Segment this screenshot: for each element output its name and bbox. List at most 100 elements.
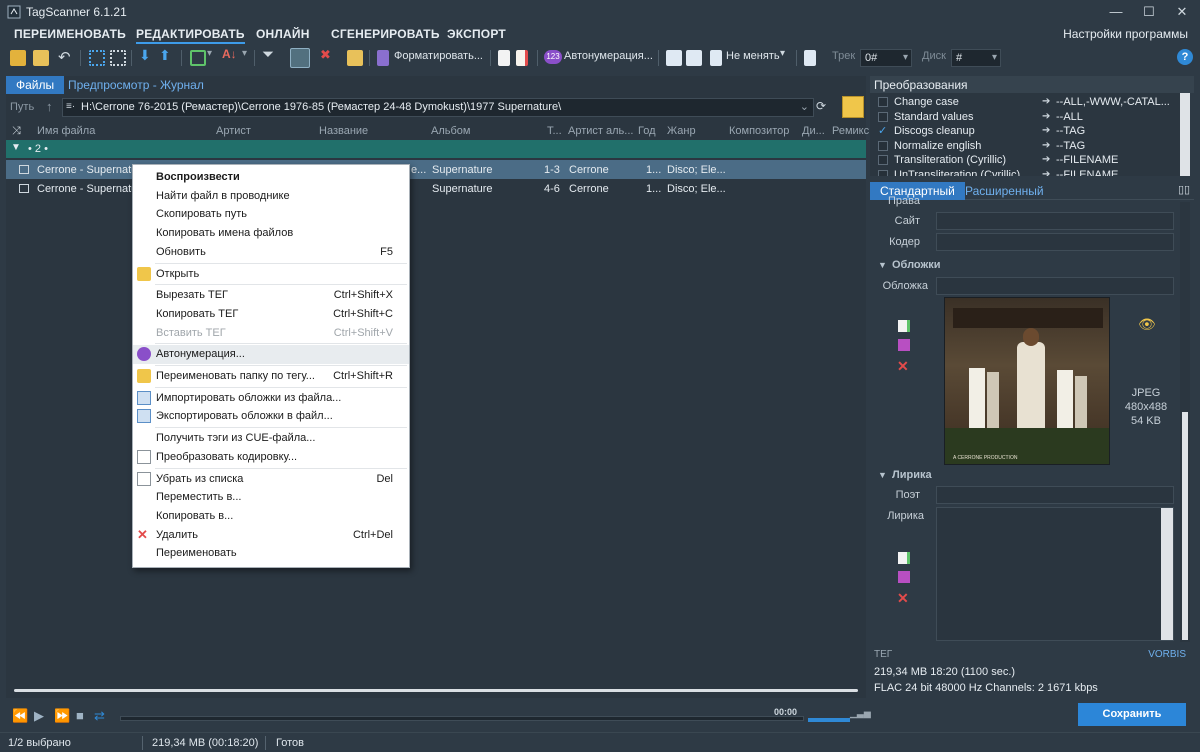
context-menu-item[interactable]: Переименовать — [133, 544, 409, 563]
play-file-icon[interactable] — [498, 50, 510, 66]
import-cover-icon[interactable] — [666, 50, 682, 66]
checkbox[interactable] — [878, 155, 888, 165]
context-menu-item[interactable]: Получить тэги из CUE-файла... — [133, 429, 409, 448]
save-button[interactable]: Сохранить — [1078, 703, 1186, 726]
path-input[interactable]: ≡· H:\Cerrone 76-2015 (Ремастер)\Cerrone… — [62, 98, 814, 117]
undo-icon[interactable]: ↶ — [58, 48, 71, 68]
stop-icon[interactable]: ■ — [76, 708, 84, 723]
checkbox[interactable] — [878, 97, 888, 107]
context-menu-item[interactable]: Преобразовать кодировку... — [133, 448, 409, 467]
cover-mode-dropdown[interactable]: Не менять — [726, 50, 780, 62]
tab-export[interactable]: ЭКСПОРТ — [447, 24, 506, 44]
export-cover-icon[interactable] — [686, 50, 702, 66]
chevron-down-icon[interactable]: ▾ — [242, 48, 247, 68]
context-menu-item[interactable]: Обновить F5 — [133, 243, 409, 262]
filter-icon[interactable]: ⏷ — [262, 46, 274, 66]
context-menu-item[interactable]: Копировать ТЕГ Ctrl+Shift+C — [133, 305, 409, 324]
cover-field[interactable] — [936, 277, 1174, 295]
column-title[interactable]: Название — [319, 125, 368, 137]
tab-rename[interactable]: ПЕРЕИМЕНОВАТЬ — [14, 24, 126, 44]
transform-item[interactable]: Standard values ➔ --ALL — [870, 110, 1180, 125]
collapse-icon[interactable]: ▼ — [878, 260, 887, 270]
convert-icon[interactable] — [516, 50, 528, 66]
context-menu-item[interactable]: Открыть — [133, 265, 409, 284]
view-cover-icon[interactable]: 👁 — [1138, 316, 1156, 333]
context-menu-item[interactable]: Вырезать ТЕГ Ctrl+Shift+X — [133, 286, 409, 305]
transform-item[interactable]: Normalize english ➔ --TAG — [870, 139, 1180, 154]
chevron-down-icon[interactable]: ▾ — [780, 48, 785, 68]
autonumber-icon[interactable]: 123 — [544, 50, 562, 64]
column-composer[interactable]: Композитор — [729, 125, 789, 137]
column-track[interactable]: Т... — [547, 125, 562, 137]
folder-icon[interactable] — [347, 50, 363, 66]
column-album-artist[interactable]: Артист аль... — [568, 125, 633, 137]
lyrics-field[interactable] — [936, 507, 1174, 641]
column-year[interactable]: Год — [638, 125, 656, 137]
browse-folder-icon[interactable] — [842, 96, 864, 118]
minimize-button[interactable]: — — [1099, 2, 1133, 22]
vertical-scrollbar[interactable] — [1180, 93, 1190, 176]
fast-forward-icon[interactable]: ⏩ — [54, 708, 70, 724]
tab-files[interactable]: Файлы — [6, 76, 65, 94]
volume-slider[interactable] — [808, 718, 850, 722]
column-disc[interactable]: Ди... — [802, 125, 825, 137]
collapse-icon[interactable]: ▼ — [878, 470, 887, 480]
play-icon[interactable]: ▶ — [34, 708, 44, 724]
column-artist[interactable]: Артист — [216, 125, 251, 137]
tab-online[interactable]: ОНЛАЙН — [256, 24, 310, 44]
context-menu-item[interactable]: Копировать в... — [133, 507, 409, 526]
tab-extended[interactable]: Расширенный — [955, 182, 1054, 200]
column-filename[interactable]: Имя файла — [37, 125, 95, 137]
context-menu-item[interactable]: Экспортировать обложки в файл... — [133, 407, 409, 426]
context-menu-item[interactable]: Вставить ТЕГ Ctrl+Shift+V — [133, 324, 409, 343]
editor-scrollbar-track[interactable] — [1180, 202, 1190, 642]
collapse-icon[interactable]: ▼ — [11, 142, 21, 153]
seek-bar[interactable] — [120, 716, 804, 721]
transform-item[interactable]: UnTransliteration (Cyrillic) ➔ --FILENAME — [870, 168, 1180, 176]
tab-edit[interactable]: РЕДАКТИРОВАТЬ — [136, 24, 245, 44]
context-menu-item[interactable]: Найти файл в проводнике — [133, 187, 409, 206]
checkbox[interactable]: ✓ — [878, 124, 888, 137]
select-all-icon[interactable] — [89, 50, 105, 66]
disc-input[interactable]: # — [951, 49, 1001, 67]
tab-generate[interactable]: СГЕНЕРИРОВАТЬ — [331, 24, 440, 44]
group-row[interactable]: ▼ • 2 • — [6, 140, 866, 158]
help-icon[interactable]: ? — [1177, 49, 1193, 65]
poet-field[interactable] — [936, 486, 1174, 504]
remove-tag-icon[interactable]: ✖ — [320, 47, 331, 67]
settings-link[interactable]: Настройки программы — [1063, 27, 1188, 41]
checkbox[interactable] — [878, 140, 888, 151]
context-menu-item[interactable]: Копировать имена файлов — [133, 224, 409, 243]
format-icon[interactable] — [377, 50, 389, 66]
save-cover-icon[interactable] — [898, 339, 910, 351]
context-menu-item[interactable]: Переименовать папку по тегу... Ctrl+Shift… — [133, 367, 409, 386]
context-menu-item[interactable]: Импортировать обложки из файла... — [133, 389, 409, 408]
transform-item[interactable]: Change case ➔ --ALL,-WWW,-CATAL... — [870, 95, 1180, 110]
invert-selection-icon[interactable] — [110, 50, 126, 66]
checkbox[interactable] — [878, 169, 888, 176]
add-lyrics-icon[interactable] — [898, 552, 910, 564]
rewind-icon[interactable]: ⏪ — [12, 708, 28, 724]
column-genre[interactable]: Жанр — [667, 125, 696, 137]
context-menu-item[interactable]: Автонумерация... — [133, 345, 409, 365]
refresh-icon[interactable]: ⟳ — [816, 99, 826, 113]
transform-item[interactable]: ✓ Discogs cleanup ➔ --TAG — [870, 124, 1180, 139]
up-arrow-icon[interactable]: ↑ — [46, 99, 53, 114]
site-field[interactable] — [936, 212, 1174, 230]
lyrics-scrollbar[interactable] — [1161, 508, 1173, 640]
move-up-icon[interactable]: ⬆ — [159, 47, 171, 67]
add-cover-icon[interactable] — [898, 320, 910, 332]
encoder-field[interactable] — [936, 233, 1174, 251]
delete-lyrics-icon[interactable]: ✕ — [897, 590, 909, 607]
tab-preview-log[interactable]: Предпросмотр - Журнал — [58, 76, 214, 94]
horizontal-scrollbar[interactable] — [14, 689, 858, 692]
repeat-icon[interactable]: ⇄ — [94, 708, 105, 724]
context-menu-item[interactable]: ✕ Удалить Ctrl+Del — [133, 526, 409, 545]
context-menu-item[interactable]: Переместить в... — [133, 488, 409, 507]
context-menu-item[interactable]: Воспроизвести — [133, 168, 409, 187]
context-menu-item[interactable]: Убрать из списка Del — [133, 470, 409, 489]
chevron-down-icon[interactable]: ⌄ — [800, 100, 809, 113]
context-menu-item[interactable]: Скопировать путь — [133, 205, 409, 224]
layout-toggle-icon[interactable]: ▯▯ — [1178, 183, 1190, 196]
autonumber-button[interactable]: Автонумерация... — [564, 50, 653, 62]
